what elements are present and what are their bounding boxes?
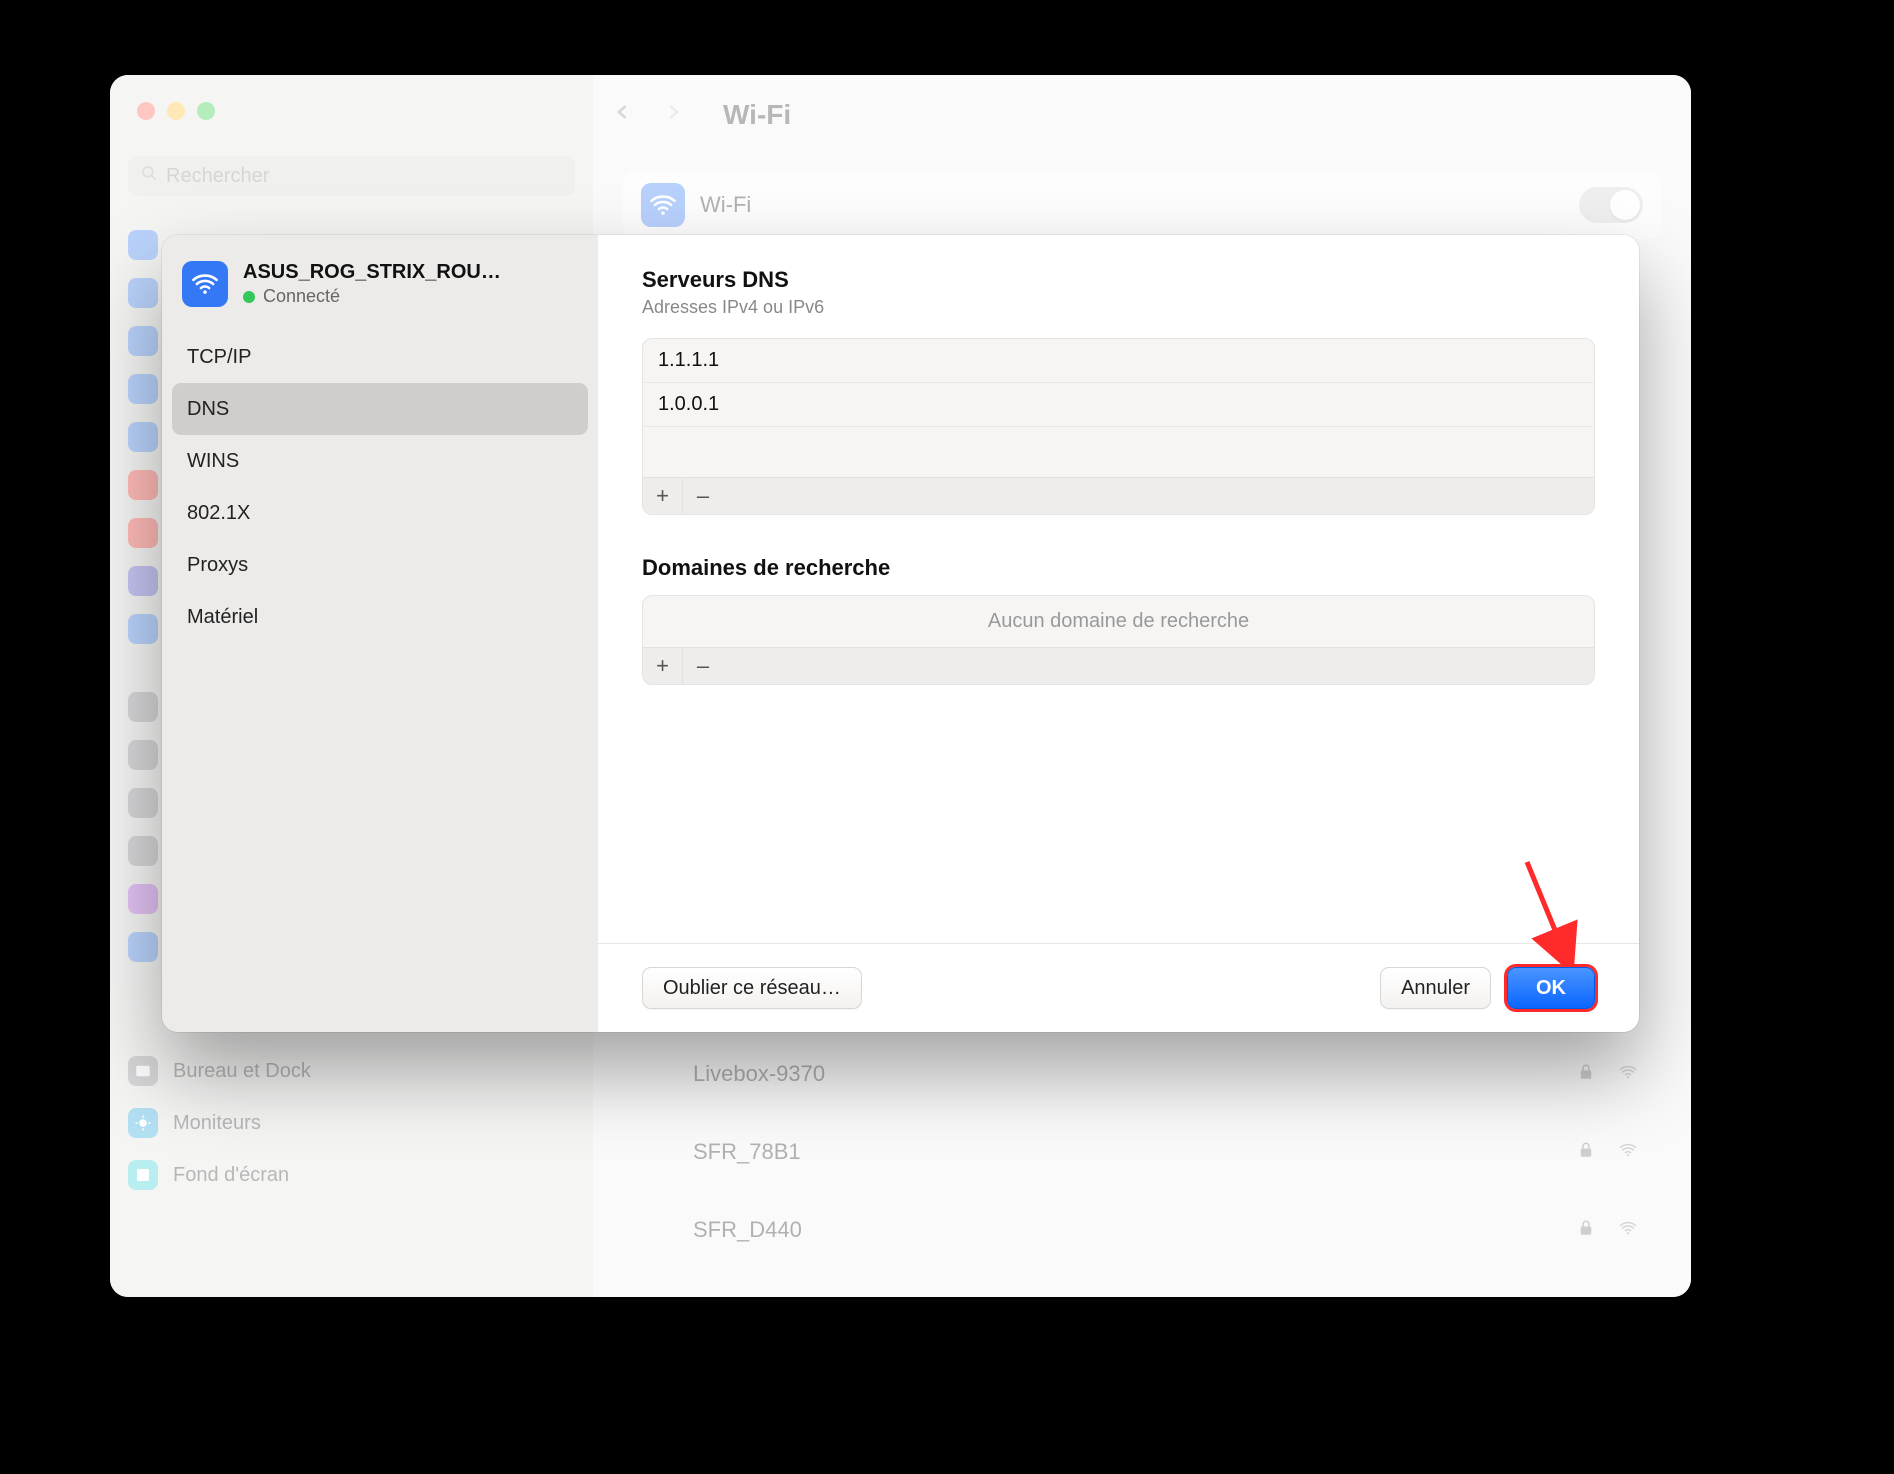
ok-button[interactable]: OK xyxy=(1507,967,1595,1009)
tab-wins[interactable]: WINS xyxy=(172,435,588,487)
tab-label: Matériel xyxy=(187,606,258,629)
tab-tcpip[interactable]: TCP/IP xyxy=(172,331,588,383)
section-title: Serveurs DNS xyxy=(642,267,1595,293)
remove-dns-button[interactable]: – xyxy=(683,478,723,514)
section-dns-servers: Serveurs DNS Adresses IPv4 ou IPv6 1.1.1… xyxy=(642,267,1595,515)
tab-hardware[interactable]: Matériel xyxy=(172,591,588,643)
cancel-button[interactable]: Annuler xyxy=(1380,967,1491,1009)
section-search-domains: Domaines de recherche Aucun domaine de r… xyxy=(642,555,1595,685)
tab-8021x[interactable]: 802.1X xyxy=(172,487,588,539)
wifi-icon xyxy=(182,261,228,307)
tab-label: TCP/IP xyxy=(187,346,251,369)
search-domain-list[interactable]: Aucun domaine de recherche + – xyxy=(642,595,1595,685)
tab-label: DNS xyxy=(187,398,229,421)
annotation-arrow-icon xyxy=(1512,857,1592,967)
status-dot-icon xyxy=(243,291,255,303)
dns-server-item[interactable]: 1.1.1.1 xyxy=(643,339,1594,383)
add-dns-button[interactable]: + xyxy=(643,478,683,514)
section-title: Domaines de recherche xyxy=(642,555,1595,581)
modal-sidebar: ASUS_ROG_STRIX_ROU… Connecté TCP/IP DNS … xyxy=(162,235,598,1032)
modal-footer: Oublier ce réseau… Annuler OK xyxy=(598,943,1639,1032)
network-name: ASUS_ROG_STRIX_ROU… xyxy=(243,261,501,284)
modal-tabs: TCP/IP DNS WINS 802.1X Proxys Matériel xyxy=(172,331,588,643)
modal-network-header: ASUS_ROG_STRIX_ROU… Connecté xyxy=(172,261,588,317)
empty-state-text: Aucun domaine de recherche xyxy=(643,596,1594,647)
modal-content: Serveurs DNS Adresses IPv4 ou IPv6 1.1.1… xyxy=(598,235,1639,1032)
section-subtitle: Adresses IPv4 ou IPv6 xyxy=(642,297,1595,318)
tab-dns[interactable]: DNS xyxy=(172,383,588,435)
add-domain-button[interactable]: + xyxy=(643,648,683,684)
tab-label: 802.1X xyxy=(187,502,250,525)
remove-domain-button[interactable]: – xyxy=(683,648,723,684)
system-settings-window: Rechercher xyxy=(110,75,1691,1297)
network-status: Connecté xyxy=(243,286,501,307)
status-text: Connecté xyxy=(263,286,340,307)
dns-server-list[interactable]: 1.1.1.1 1.0.0.1 + – xyxy=(642,338,1595,515)
tab-label: WINS xyxy=(187,450,239,473)
dns-server-item[interactable]: 1.0.0.1 xyxy=(643,383,1594,427)
tab-proxies[interactable]: Proxys xyxy=(172,539,588,591)
forget-network-button[interactable]: Oublier ce réseau… xyxy=(642,967,862,1009)
network-settings-modal: ASUS_ROG_STRIX_ROU… Connecté TCP/IP DNS … xyxy=(162,235,1639,1032)
tab-label: Proxys xyxy=(187,554,248,577)
